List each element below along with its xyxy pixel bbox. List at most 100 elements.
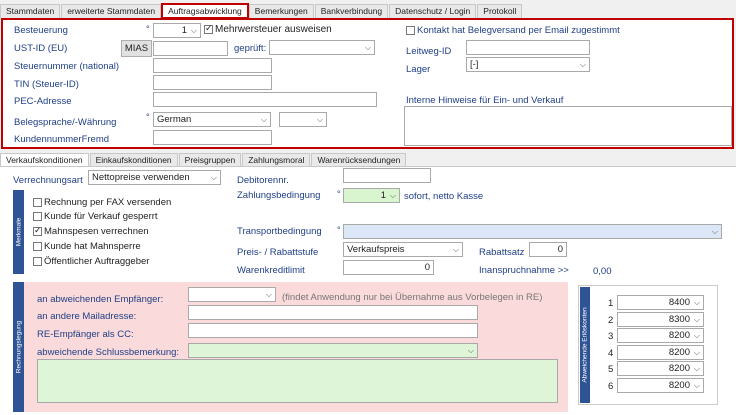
mahnsperre-label: Kunde hat Mahnsperre: [44, 241, 141, 252]
empfaenger-label: an abweichenden Empfänger:: [37, 294, 164, 305]
oeffentlich-checkbox[interactable]: [33, 257, 42, 266]
kontakt-checkbox[interactable]: [406, 26, 415, 35]
belegsprache-select[interactable]: German ⌵: [153, 112, 271, 127]
inanspruch-label: Inanspruchnahme >>: [479, 265, 569, 276]
schluss-textarea[interactable]: [37, 359, 558, 403]
erloes-row-number: 5: [608, 364, 614, 375]
debitor-input[interactable]: [343, 168, 431, 183]
rechnungslegung-band: Rechnungslegung: [13, 282, 24, 412]
verrechnungsart-select[interactable]: Nettopreise verwenden ⌵: [88, 170, 221, 185]
tab-warenruecksendungen[interactable]: Warenrücksendungen: [311, 153, 407, 167]
ust-input[interactable]: [153, 41, 228, 56]
required-star: °: [337, 225, 341, 235]
belegsprache-label: Belegsprache/-Währung: [14, 117, 117, 128]
gesperrt-label: Kunde für Verkauf gesperrt: [44, 211, 158, 222]
tab-stammdaten[interactable]: Stammdaten: [0, 4, 61, 18]
waehrung-select[interactable]: ⌵: [279, 112, 327, 127]
mwst-checkbox[interactable]: [204, 23, 213, 34]
erloes-konto-select[interactable]: 8400 ⌵: [617, 295, 704, 310]
sub-tab-bar: Verkaufskonditionen Einkaufskonditionen …: [0, 153, 407, 167]
transport-label: Transportbedingung: [237, 226, 322, 237]
chevron-down-icon: ⌵: [693, 331, 700, 340]
oeffentlich-label: Öffentlicher Auftraggeber: [44, 256, 150, 267]
chevron-down-icon: ⌵: [389, 191, 396, 200]
tab-protokoll[interactable]: Protokoll: [477, 4, 523, 18]
steuernummer-input[interactable]: [153, 58, 272, 73]
besteuerung-label: Besteuerung: [14, 25, 68, 36]
erloes-konto-select[interactable]: 8200 ⌵: [617, 361, 704, 376]
kundennummer-input[interactable]: [153, 130, 272, 145]
required-star: °: [337, 189, 341, 199]
mahnspesen-label: Mahnspesen verrechnen: [44, 226, 149, 237]
transport-select[interactable]: ⌵: [343, 224, 722, 239]
rabattsatz-input[interactable]: 0: [529, 242, 567, 257]
chevron-down-icon: ⌵: [316, 115, 323, 124]
fax-checkbox[interactable]: [33, 198, 42, 207]
top-tab-bar: Stammdaten erweiterte Stammdaten Auftrag…: [0, 3, 523, 19]
chevron-down-icon: ⌵: [452, 245, 459, 254]
pec-input[interactable]: [153, 92, 377, 107]
zahlung-label: Zahlungsbedingung: [237, 190, 321, 201]
tab-einkaufskonditionen[interactable]: Einkaufskonditionen: [89, 153, 178, 167]
chevron-down-icon: ⌵: [693, 298, 700, 307]
chevron-down-icon: ⌵: [265, 290, 272, 299]
merkmale-band: Merkmale: [13, 190, 24, 274]
debitor-label: Debitorennr.: [237, 175, 289, 186]
pec-label: PEC-Adresse: [14, 96, 72, 107]
chevron-down-icon: ⌵: [693, 347, 700, 357]
preisstufe-label: Preis- / Rabattstufe: [237, 247, 319, 258]
warenkredit-input[interactable]: 0: [343, 260, 434, 275]
erloes-row-number: 3: [608, 331, 614, 342]
erloes-row-number: 6: [608, 380, 614, 392]
mias-button[interactable]: MIAS: [121, 40, 152, 57]
mahnsperre-checkbox[interactable]: [33, 242, 42, 251]
schluss-select[interactable]: ⌵: [188, 343, 478, 358]
tin-input[interactable]: [153, 75, 272, 90]
erloes-konto-select[interactable]: 8200 ⌵: [617, 328, 704, 343]
besteuerung-select[interactable]: 1 ⌵: [153, 23, 201, 38]
chevron-down-icon: ⌵: [190, 26, 197, 35]
mail-input[interactable]: [188, 305, 478, 320]
geprueft-label: geprüft:: [234, 43, 267, 54]
mail-label: an andere Mailadresse:: [37, 311, 137, 322]
hinweise-textarea[interactable]: [404, 106, 732, 146]
tab-erweiterte-stammdaten[interactable]: erweiterte Stammdaten: [61, 4, 162, 18]
zahlung-text: sofort, netto Kasse: [404, 191, 484, 202]
empfaenger-hint: (findet Anwendung nur bei Übernahme aus …: [282, 292, 543, 303]
leitweg-label: Leitweg-ID: [406, 46, 452, 57]
erloes-row-number: 2: [608, 314, 614, 326]
tab-auftragsabwicklung[interactable]: Auftragsabwicklung: [161, 3, 249, 19]
mahnspesen-checkbox[interactable]: [33, 225, 42, 236]
chevron-down-icon: ⌵: [693, 314, 700, 324]
tab-zahlungsmoral[interactable]: Zahlungsmoral: [242, 153, 311, 167]
geprueft-select[interactable]: ⌵: [269, 40, 375, 55]
chevron-down-icon: ⌵: [693, 380, 700, 390]
tab-bankverbindung[interactable]: Bankverbindung: [314, 4, 389, 18]
kundennummer-label: KundennummerFremd: [14, 134, 110, 145]
tab-verkaufskonditionen[interactable]: Verkaufskonditionen: [0, 153, 89, 167]
leitweg-input[interactable]: [466, 40, 590, 55]
cc-label: RE-Empfänger als CC:: [37, 329, 134, 340]
empfaenger-select[interactable]: ⌵: [188, 287, 276, 302]
erloes-konto-select[interactable]: 8200 ⌵: [617, 377, 704, 393]
preisstufe-select[interactable]: Verkaufspreis ⌵: [343, 242, 463, 257]
lager-select[interactable]: [-] ⌵: [466, 57, 590, 72]
chevron-down-icon: ⌵: [210, 173, 217, 182]
lager-label: Lager: [406, 64, 431, 75]
chevron-down-icon: ⌵: [711, 227, 718, 236]
erloes-konto-select[interactable]: 8200 ⌵: [617, 344, 704, 360]
zahlung-select[interactable]: 1 ⌵: [343, 188, 400, 203]
erloeskonten-band: Abweichende Erlöskonten: [580, 287, 590, 403]
tab-datenschutz-login[interactable]: Datenschutz / Login: [389, 4, 477, 18]
chevron-down-icon: ⌵: [260, 115, 267, 124]
chevron-down-icon: ⌵: [693, 364, 700, 373]
gesperrt-checkbox[interactable]: [33, 212, 42, 221]
erloes-konto-select[interactable]: 8300 ⌵: [617, 311, 704, 327]
cc-input[interactable]: [188, 323, 478, 338]
warenkredit-label: Warenkreditlimit: [237, 265, 305, 276]
ust-label: UST-ID (EU): [14, 43, 68, 54]
schluss-label: abweichende Schlussbemerkung:: [37, 347, 180, 358]
tab-bemerkungen[interactable]: Bemerkungen: [248, 4, 314, 18]
erloes-row-number: 1: [608, 298, 614, 309]
tab-preisgruppen[interactable]: Preisgruppen: [178, 153, 242, 167]
